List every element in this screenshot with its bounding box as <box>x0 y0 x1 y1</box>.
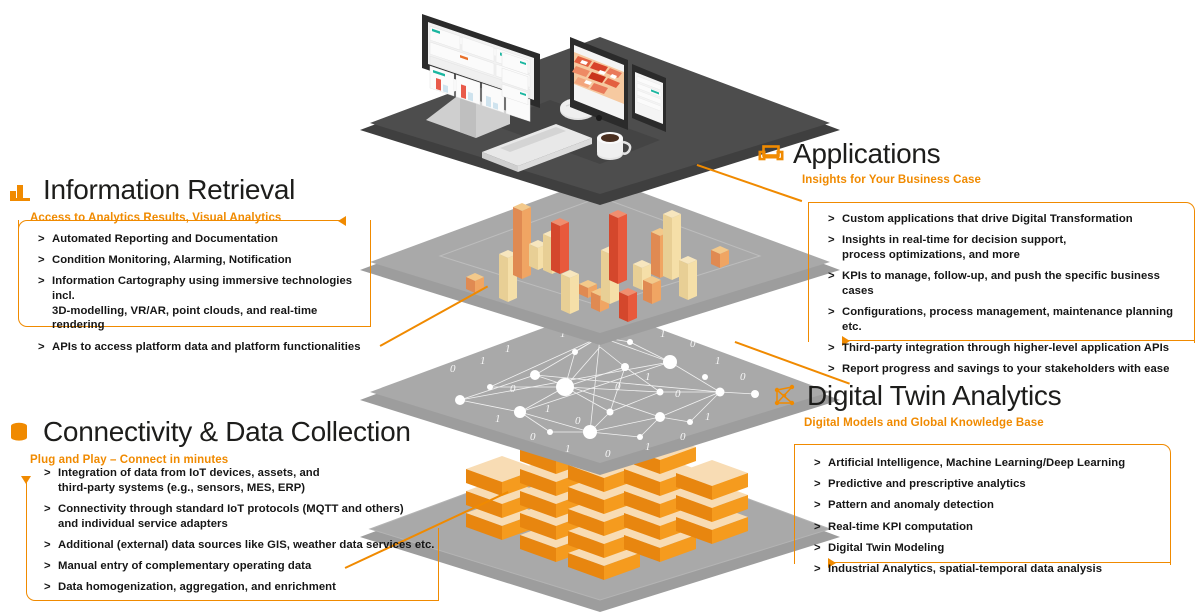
svg-text:1: 1 <box>565 443 571 455</box>
section-subtitle: Plug and Play – Connect in minutes <box>30 454 229 466</box>
section-title: Applications <box>793 138 941 169</box>
callout-frame-right <box>370 220 371 326</box>
svg-text:1: 1 <box>645 371 651 383</box>
callout-frame-left <box>808 202 809 342</box>
svg-text:0: 0 <box>675 388 681 400</box>
section-header: Connectivity & Data Collection <box>8 418 448 446</box>
section-subtitle: Insights for Your Business Case <box>802 174 982 186</box>
list-item: Data homogenization, aggregation, and en… <box>44 580 448 595</box>
svg-text:0: 0 <box>605 448 611 460</box>
list-item: Additional (external) data sources like … <box>44 538 448 553</box>
list-item: Automated Reporting and Documentation <box>38 232 368 247</box>
svg-text:0: 0 <box>690 338 696 350</box>
list-item: Configurations, process management, main… <box>828 305 1190 334</box>
section-title: Connectivity & Data Collection <box>43 416 411 447</box>
list-item: Industrial Analytics, spatial-temporal d… <box>814 562 1164 577</box>
section-header: Information Retrieval <box>8 176 374 204</box>
bar-chart-icon <box>8 177 34 203</box>
section-subtitle: Digital Models and Global Knowledge Base <box>804 417 1044 429</box>
list-item: Connectivity through standard IoT protoc… <box>44 502 448 531</box>
svg-text:1: 1 <box>505 343 511 355</box>
svg-text:0: 0 <box>575 415 581 427</box>
list-item: Artificial Intelligence, Machine Learnin… <box>814 456 1164 471</box>
svg-text:1: 1 <box>480 355 486 367</box>
list-item: Pattern and anomaly detection <box>814 498 1164 513</box>
section-digital-twin-analytics: Digital Twin Analytics Digital Models an… <box>772 382 1192 576</box>
list-item: KPIs to manage, follow-up, and push the … <box>828 269 1190 298</box>
section-header: Applications <box>758 140 1194 168</box>
svg-text:0: 0 <box>615 381 621 393</box>
list-item: Custom applications that drive Digital T… <box>828 212 1190 227</box>
section-title: Digital Twin Analytics <box>807 380 1062 411</box>
infographic-canvas: 011 101 010 010 010 101 010 101 <box>0 0 1200 612</box>
section-title: Information Retrieval <box>43 174 296 205</box>
section-applications: Applications Insights for Your Business … <box>758 140 1195 376</box>
svg-text:1: 1 <box>645 441 651 453</box>
svg-text:0: 0 <box>680 431 686 443</box>
callout-frame-left <box>794 444 795 564</box>
list-item: APIs to access platform data and platfor… <box>38 340 368 355</box>
list-item: Digital Twin Modeling <box>814 541 1164 556</box>
section-connectivity-data-collection: Connectivity & Data Collection Plug and … <box>8 418 448 608</box>
bullet-list: Custom applications that drive Digital T… <box>828 212 1190 383</box>
svg-text:1: 1 <box>705 411 711 423</box>
list-item: Predictive and prescriptive analytics <box>814 477 1164 492</box>
list-item: Information Cartography using immersive … <box>38 274 368 333</box>
svg-text:0: 0 <box>530 431 536 443</box>
bullet-list: Integration of data from IoT devices, as… <box>44 466 448 601</box>
section-information-retrieval: Information Retrieval Access to Analytic… <box>8 176 374 354</box>
list-item: Manual entry of complementary operating … <box>44 559 448 574</box>
bullet-list: Artificial Intelligence, Machine Learnin… <box>814 456 1164 583</box>
svg-text:1: 1 <box>660 328 666 340</box>
svg-text:1: 1 <box>495 413 501 425</box>
callout-frame-corner <box>18 220 35 231</box>
network-graph-icon <box>772 383 798 409</box>
svg-text:1: 1 <box>715 355 721 367</box>
database-stack-icon <box>8 419 34 445</box>
svg-text:0: 0 <box>510 383 516 395</box>
svg-text:1: 1 <box>545 403 551 415</box>
bullet-list: Automated Reporting and Documentation Co… <box>38 232 368 361</box>
list-item: Insights in real-time for decision suppo… <box>828 233 1190 262</box>
callout-frame-top <box>34 220 344 221</box>
list-item: Report progress and savings to your stak… <box>828 362 1190 377</box>
list-item: Integration of data from IoT devices, as… <box>44 466 448 495</box>
section-header: Digital Twin Analytics <box>772 382 1192 410</box>
callout-arrow <box>21 476 31 484</box>
callout-arrow <box>338 216 346 226</box>
svg-text:0: 0 <box>740 371 746 383</box>
list-item: Real-time KPI computation <box>814 520 1164 535</box>
list-item: Third-party integration through higher-l… <box>828 341 1190 356</box>
application-window-icon <box>758 141 784 167</box>
svg-text:0: 0 <box>450 363 456 375</box>
list-item: Condition Monitoring, Alarming, Notifica… <box>38 253 368 268</box>
